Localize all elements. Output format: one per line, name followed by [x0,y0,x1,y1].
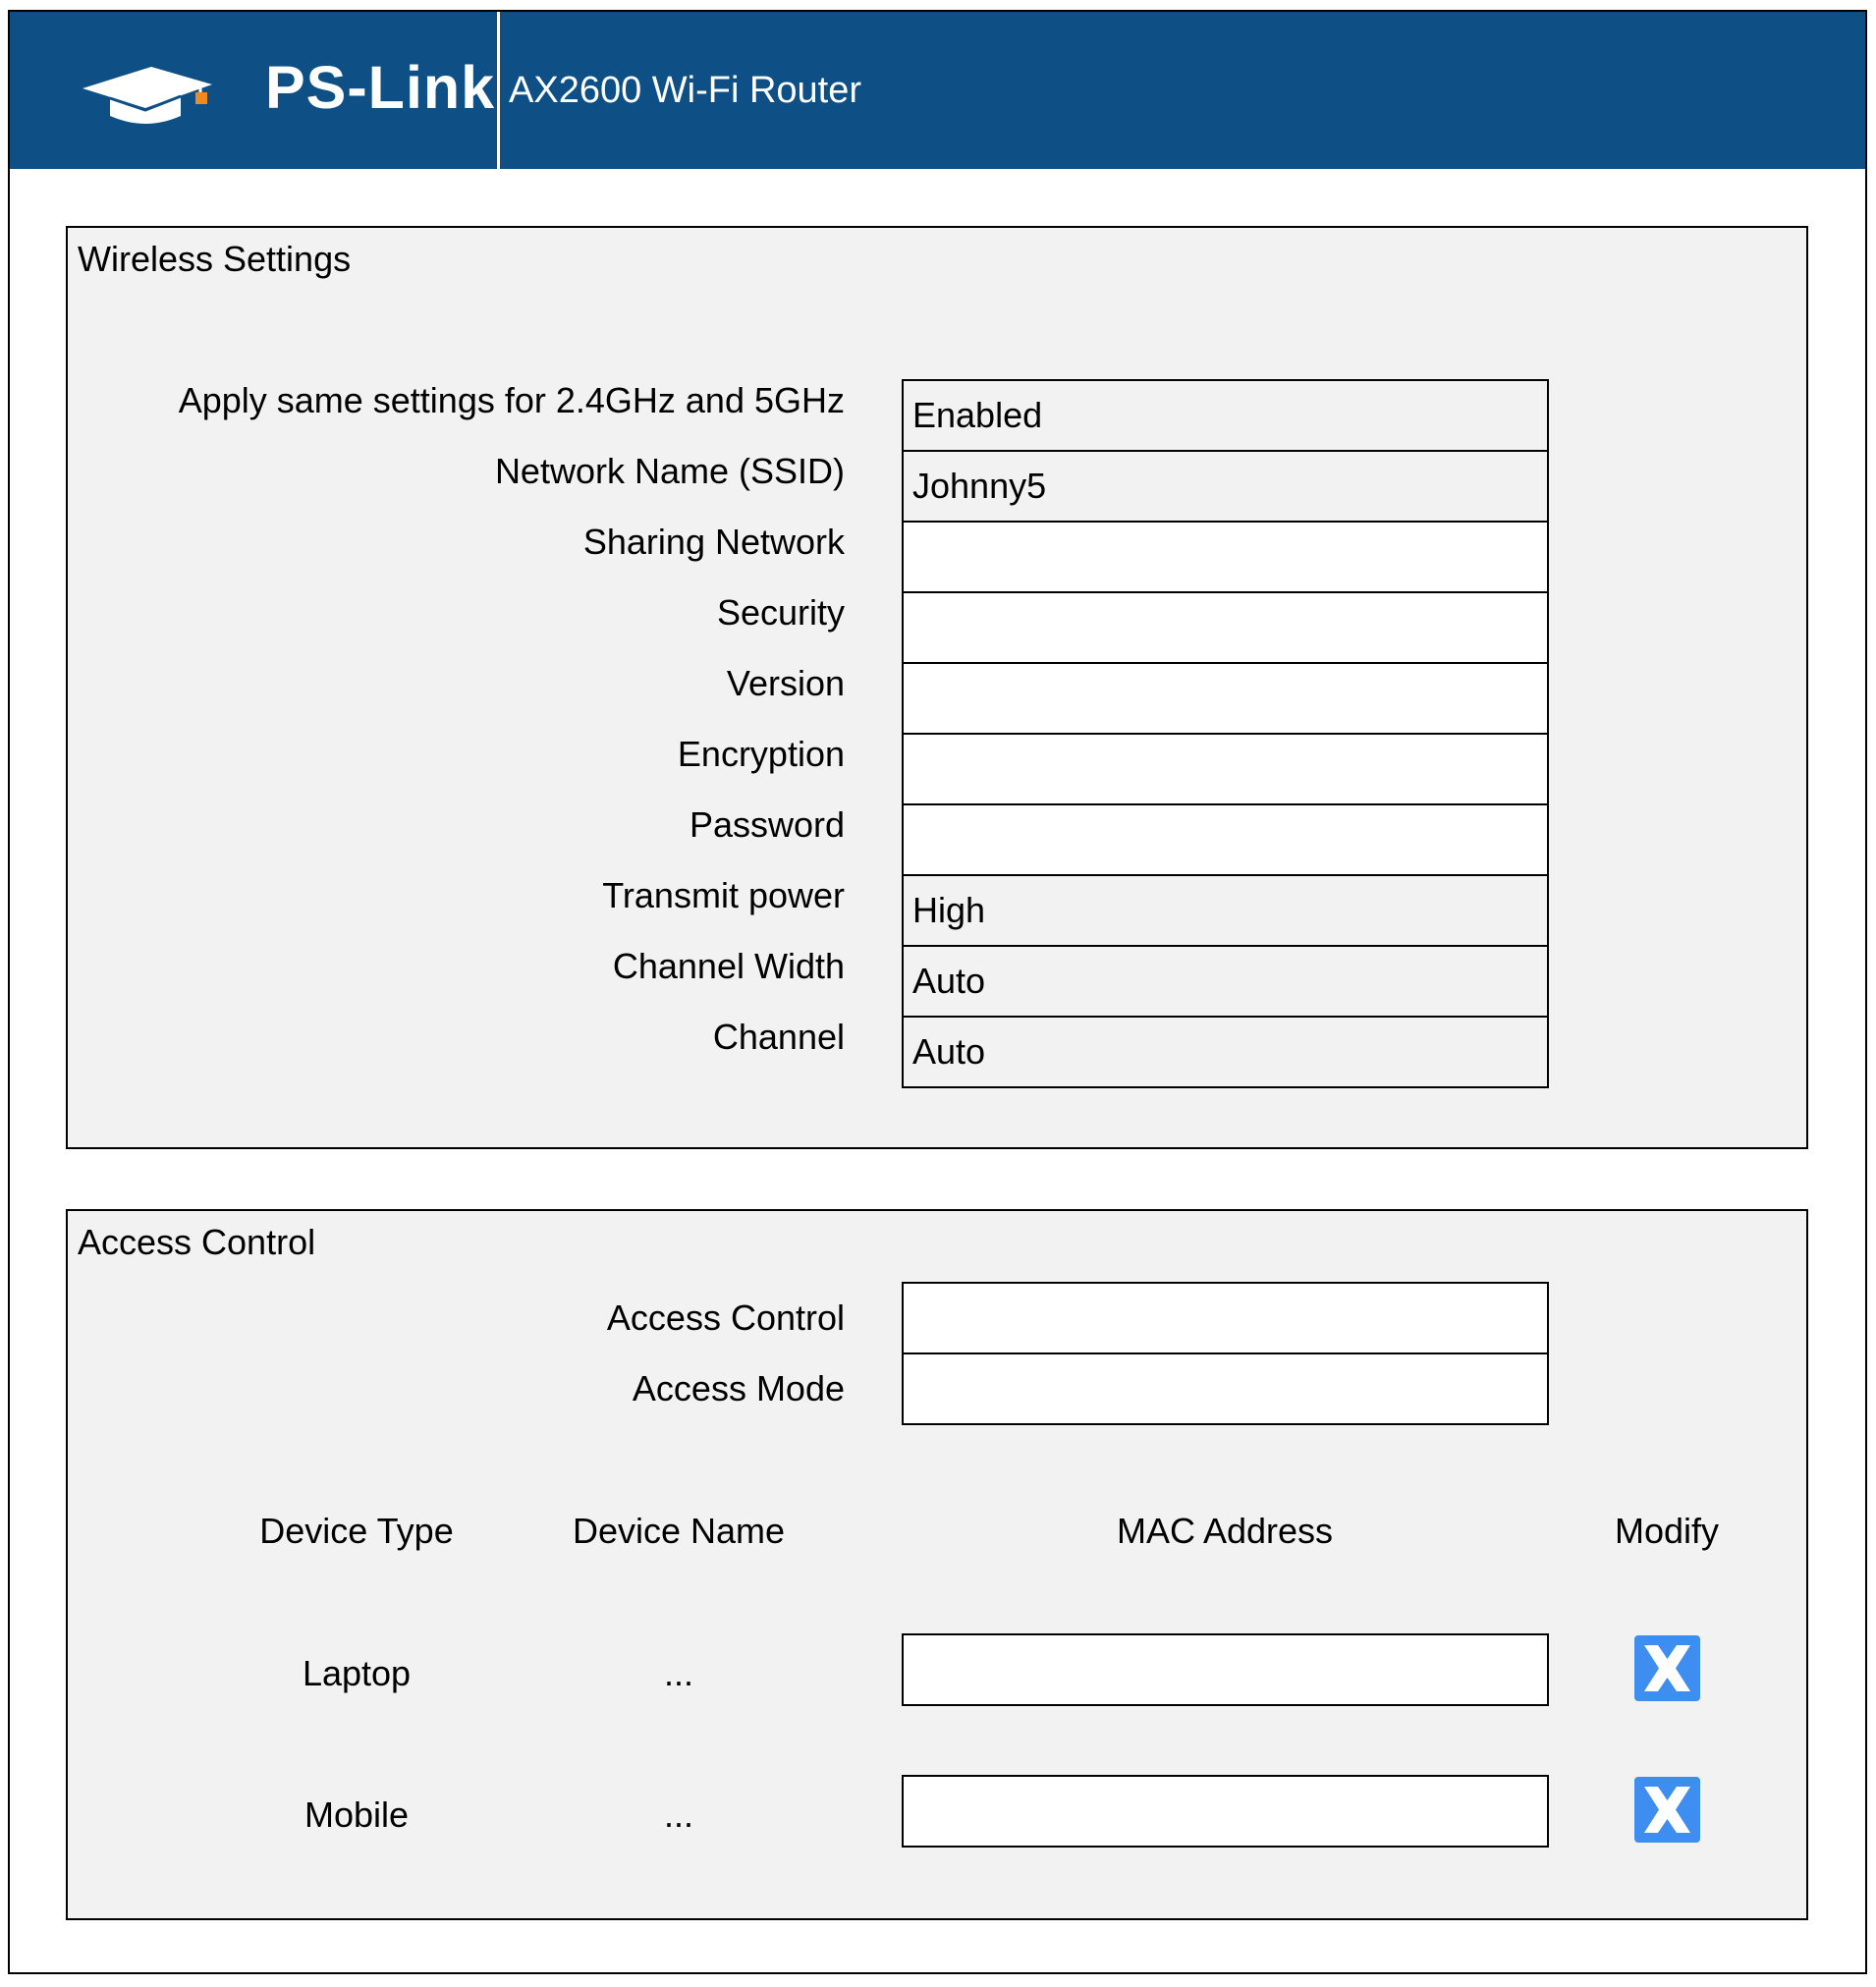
header-divider [497,12,500,169]
access-control-panel: Access Control Access Control Access Mod… [66,1209,1808,1920]
delete-x-icon[interactable] [1634,1635,1700,1701]
ssid-label: Network Name (SSID) [494,451,845,491]
channel-label: Channel [712,1017,845,1057]
channel-field[interactable]: Auto [902,1016,1549,1088]
mac-address-input[interactable] [902,1633,1549,1706]
panel-title: Access Control [78,1222,316,1262]
same-settings-field[interactable]: Enabled [902,379,1549,452]
encryption-label: Encryption [677,734,845,774]
ssid-field[interactable]: Johnny5 [902,450,1549,523]
device-name-header: Device Name [572,1511,786,1551]
password-label: Password [689,804,845,845]
device-type-header: Device Type [259,1511,454,1551]
router-admin-window: PS-Link AX2600 Wi-Fi Router Wireless Set… [8,10,1867,1974]
access-control-field[interactable] [902,1282,1549,1354]
sharing-network-label: Sharing Network [582,522,845,562]
channel-width-label: Channel Width [612,946,845,986]
security-label: Security [716,592,845,633]
version-label: Version [726,663,845,703]
header-bar: PS-Link AX2600 Wi-Fi Router [10,12,1865,169]
device-type-cell: Laptop [302,1653,412,1693]
transmit-power-label: Transmit power [602,875,845,915]
delete-x-icon[interactable] [1634,1777,1700,1843]
device-name-cell: ... [663,1794,694,1835]
version-field[interactable] [902,662,1549,735]
panel-title: Wireless Settings [78,239,352,279]
security-field[interactable] [902,591,1549,664]
channel-width-field[interactable]: Auto [902,945,1549,1018]
same-settings-label: Apply same settings for 2.4GHz and 5GHz [178,380,845,420]
mac-address-input[interactable] [902,1775,1549,1848]
access-mode-field[interactable] [902,1352,1549,1425]
transmit-power-field[interactable]: High [902,874,1549,947]
device-name-cell: ... [663,1653,694,1693]
password-field[interactable] [902,803,1549,876]
encryption-field[interactable] [902,733,1549,805]
sharing-network-field[interactable] [902,521,1549,593]
wireless-settings-panel: Wireless Settings Apply same settings fo… [66,226,1808,1149]
access-mode-label: Access Mode [632,1368,845,1408]
graduation-cap-icon [75,61,217,135]
device-type-cell: Mobile [303,1794,410,1835]
modify-header: Modify [1614,1511,1720,1551]
product-name: AX2600 Wi-Fi Router [509,70,862,111]
brand-name: PS-Link [265,54,496,121]
mac-address-header: MAC Address [1116,1511,1334,1551]
access-control-label: Access Control [606,1297,845,1338]
